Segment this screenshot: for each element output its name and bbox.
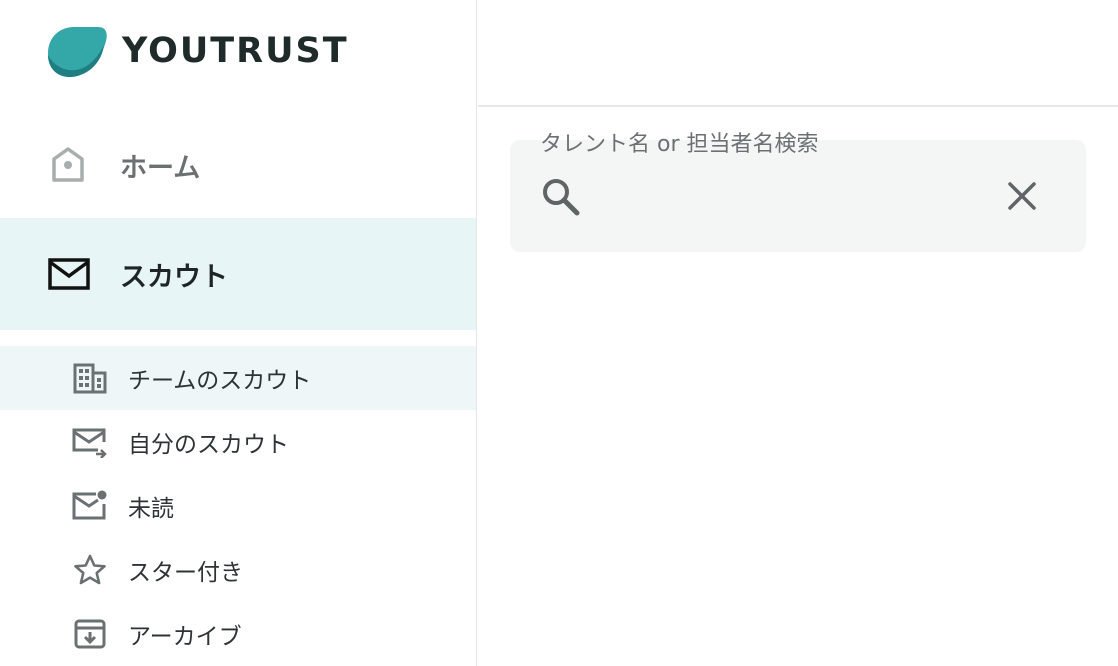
brand-logo[interactable]: YOUTRUST — [44, 22, 349, 80]
archive-icon — [72, 616, 108, 652]
subnav-label: チームのスカウト — [128, 368, 312, 394]
top-bar — [478, 0, 1118, 107]
subnav-archive[interactable]: アーカイブ — [0, 602, 476, 666]
subnav-label: スター付き — [128, 560, 243, 586]
main-panel: タレント名 or 担当者名検索 — [478, 0, 1118, 666]
subnav-label: アーカイブ — [128, 624, 242, 650]
subnav-label: 自分のスカウト — [128, 432, 289, 458]
subnav-unread[interactable]: 未読 — [0, 474, 476, 538]
nav-scout[interactable]: スカウト — [0, 218, 476, 330]
mail-icon — [48, 258, 90, 290]
subnav-starred[interactable]: スター付き — [0, 538, 476, 602]
mail-send-icon — [72, 424, 108, 460]
search-icon — [543, 179, 580, 216]
search-input[interactable] — [578, 172, 978, 220]
clear-search-button[interactable] — [1000, 174, 1044, 218]
subnav-label: 未読 — [128, 496, 174, 522]
nav-home[interactable]: ホーム — [0, 112, 476, 218]
nav-home-label: ホーム — [120, 152, 201, 184]
building-icon — [72, 360, 108, 396]
sidebar: YOUTRUST ホーム スカウト チームのスカウト 自分のスカウト 未読 スタ… — [0, 0, 477, 666]
nav-scout-label: スカウト — [120, 261, 228, 293]
home-icon — [52, 147, 84, 182]
subnav-team-scout[interactable]: チームのスカウト — [0, 346, 476, 410]
brand-name: YOUTRUST — [122, 31, 349, 71]
star-icon — [72, 552, 108, 588]
close-icon — [1008, 182, 1036, 210]
mail-unread-icon — [72, 488, 108, 524]
app-root: YOUTRUST ホーム スカウト チームのスカウト 自分のスカウト 未読 スタ… — [0, 0, 1118, 666]
logo-mark-icon — [48, 27, 107, 78]
subnav-my-scout[interactable]: 自分のスカウト — [0, 410, 476, 474]
search-label: タレント名 or 担当者名検索 — [540, 132, 819, 157]
